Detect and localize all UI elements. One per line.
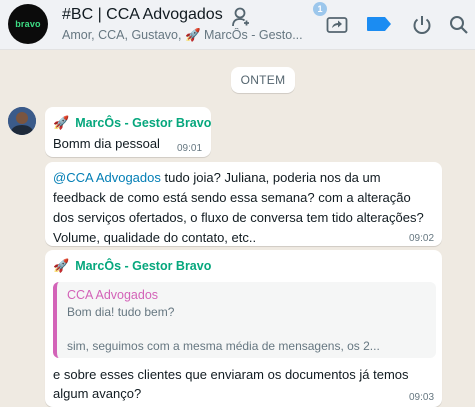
message-line: algum avanço? (53, 386, 142, 401)
sender-name[interactable]: 🚀 MarcÔs - Gestor Bravo (53, 258, 211, 274)
sender-name[interactable]: 🚀 MarcÔs - Gestor Bravo (53, 115, 211, 131)
search-icon[interactable] (446, 12, 472, 38)
label-tag-icon[interactable] (364, 14, 394, 34)
chat-header: bravo #BC | CCA Advogados Amor, CCA, Gus… (0, 0, 475, 50)
sender-avatar[interactable] (8, 107, 36, 135)
contact-people-icon[interactable] (228, 4, 254, 30)
date-separator: ONTEM (231, 67, 295, 93)
forward-inbox-icon[interactable] (324, 11, 350, 37)
message-line: Volume, qualidade do contato, etc.. (53, 230, 257, 245)
quoted-text: sim, seguimos com a mesma média de mensa… (67, 339, 380, 353)
rocket-icon: 🚀 (53, 115, 70, 130)
message-text: Bomm dia pessoal (53, 136, 160, 151)
message-bubble[interactable]: 🚀 MarcÔs - Gestor Bravo CCA Advogados Bo… (45, 250, 442, 407)
message-line: dos serviços ofertados, o fluxo de conve… (53, 210, 424, 225)
message-time: 09:01 (177, 143, 203, 154)
power-icon[interactable] (409, 12, 435, 38)
quoted-text: Bom dia! tudo bem? (67, 305, 175, 319)
chat-participants[interactable]: Amor, CCA, Gustavo, 🚀 MarcÔs - Gesto... (62, 28, 302, 43)
mention-link[interactable]: @CCA Advogados (53, 170, 161, 185)
rocket-icon: 🚀 (53, 258, 70, 273)
group-avatar-text: bravo (15, 19, 41, 29)
group-avatar[interactable]: bravo (8, 4, 48, 44)
quoted-author: CCA Advogados (67, 288, 159, 302)
message-line: feedback de como está sendo essa semana?… (53, 190, 411, 205)
chat-title[interactable]: #BC | CCA Advogados (62, 6, 223, 24)
message-time: 09:02 (409, 233, 435, 244)
message-line: e sobre esses clientes que enviaram os d… (53, 367, 409, 382)
message-line: @CCA Advogados tudo joia? Juliana, poder… (53, 170, 381, 185)
message-bubble[interactable]: @CCA Advogados tudo joia? Juliana, poder… (45, 162, 442, 246)
message-bubble[interactable]: 🚀 MarcÔs - Gestor Bravo Bomm dia pessoal… (45, 107, 211, 157)
sender-name-label: MarcÔs - Gestor Bravo (75, 116, 212, 130)
message-time: 09:03 (409, 392, 435, 403)
sender-name-label: MarcÔs - Gestor Bravo (75, 259, 212, 273)
quoted-message[interactable]: CCA Advogados Bom dia! tudo bem? sim, se… (53, 282, 436, 358)
